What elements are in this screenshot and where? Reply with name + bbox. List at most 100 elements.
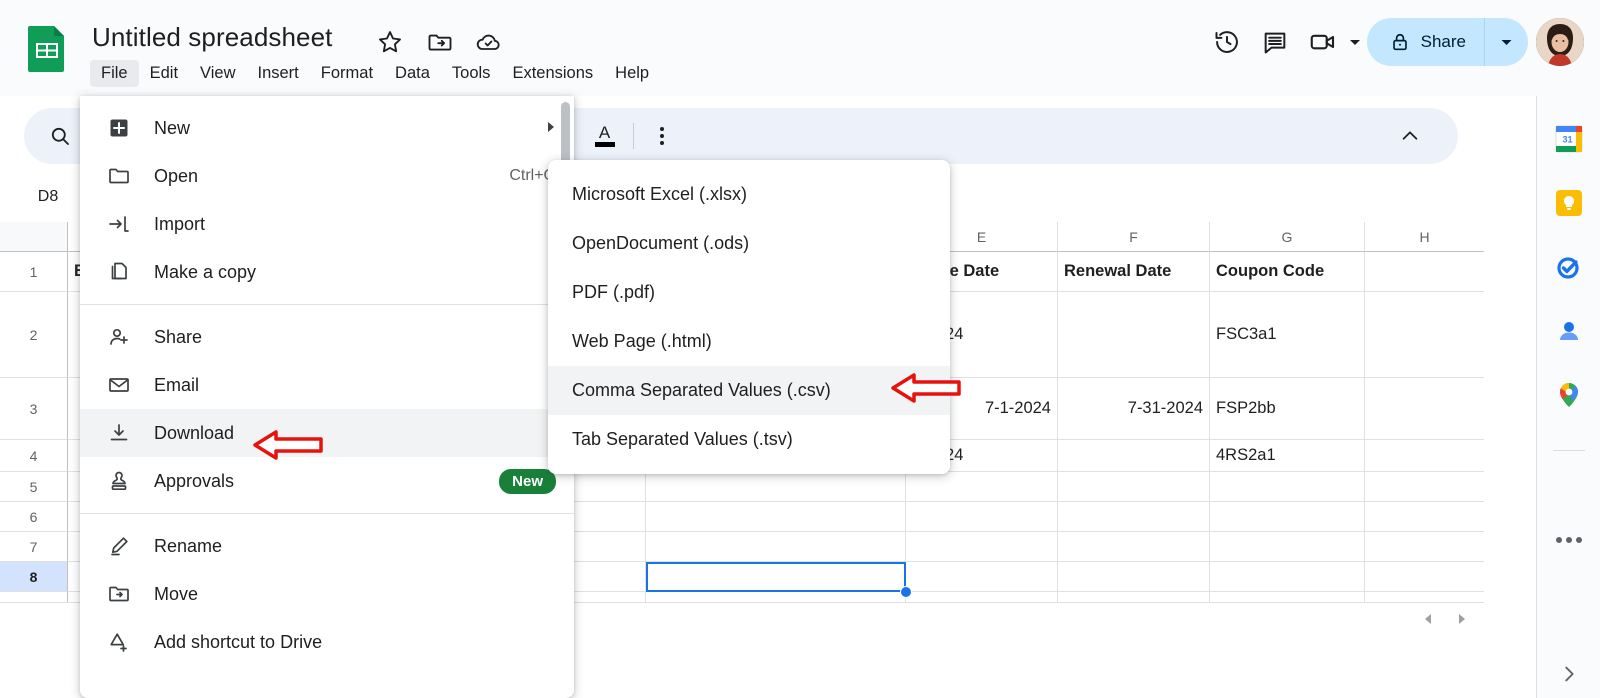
menu-edit[interactable]: Edit [139,60,189,87]
grid-cell[interactable] [1210,502,1365,532]
grid-cell[interactable] [1365,472,1484,502]
file-menu-item-import[interactable]: Import [80,200,574,248]
move-to-folder-icon[interactable] [426,28,454,56]
document-title[interactable]: Untitled spreadsheet [92,22,332,53]
grid-cell[interactable] [1365,440,1484,472]
share-main[interactable]: Share [1367,18,1484,66]
row-header-3[interactable]: 3 [0,378,68,440]
grid-cell[interactable]: FSP2bb [1210,378,1365,440]
download-format-comma-separated-values-csv-[interactable]: Comma Separated Values (.csv) [548,366,950,415]
file-menu-item-open[interactable]: Open Ctrl+O [80,152,574,200]
user-avatar[interactable] [1536,18,1584,66]
grid-cell[interactable] [1365,532,1484,562]
file-menu-item-add-shortcut-to-drive[interactable]: Add shortcut to Drive [80,618,574,666]
version-history-icon[interactable] [1203,18,1251,66]
menu-help[interactable]: Help [604,60,660,87]
column-header-G[interactable]: G [1210,222,1365,252]
google-calendar-icon[interactable]: 31 [1554,124,1584,154]
column-header-F[interactable]: F [1058,222,1210,252]
grid-cell[interactable]: 7-31-2024 [1058,378,1210,440]
row-header-8[interactable]: 8 [0,562,68,592]
download-format-pdf-pdf-[interactable]: PDF (.pdf) [548,268,950,317]
grid-cell[interactable] [1365,252,1484,292]
grid-cell[interactable] [1058,532,1210,562]
menu-file[interactable]: File [90,60,139,87]
grid-cell[interactable] [646,562,906,592]
grid-cell[interactable]: Renewal Date [1058,252,1210,292]
grid-cell[interactable] [1058,502,1210,532]
star-icon[interactable] [376,28,404,56]
grid-cell[interactable] [906,532,1058,562]
select-all-corner[interactable] [0,222,68,252]
grid-cell[interactable] [1365,292,1484,378]
grid-cell[interactable] [1210,562,1365,592]
grid-cell[interactable] [1058,292,1210,378]
menu-view[interactable]: View [189,60,246,87]
grid-cell[interactable] [646,472,906,502]
row-header-4[interactable]: 4 [0,440,68,472]
download-format-opendocument-ods-[interactable]: OpenDocument (.ods) [548,219,950,268]
download-format-web-page-html-[interactable]: Web Page (.html) [548,317,950,366]
download-format-tab-separated-values-tsv-[interactable]: Tab Separated Values (.tsv) [548,415,950,464]
google-tasks-icon[interactable] [1554,252,1584,282]
grid-cell[interactable] [1365,562,1484,592]
google-contacts-icon[interactable] [1554,316,1584,346]
menu-tools[interactable]: Tools [441,60,502,87]
scroll-right-arrow[interactable] [1454,612,1470,626]
file-menu-item-email[interactable]: Email [80,361,574,409]
file-menu-item-move[interactable]: Move [80,570,574,618]
add-shortcut-drive-icon [106,629,132,655]
grid-cell[interactable] [1058,472,1210,502]
more-options-button[interactable] [642,116,682,156]
meet-control[interactable] [1299,18,1361,66]
expand-side-panel-button[interactable] [1558,663,1580,690]
grid-cell[interactable] [1365,378,1484,440]
file-menu-item-new[interactable]: New [80,104,574,152]
row-header-5[interactable]: 5 [0,472,68,502]
meet-chevron-down-icon[interactable] [1349,38,1361,47]
grid-cell[interactable] [1058,562,1210,592]
google-sheets-logo[interactable] [24,24,70,74]
text-color-button[interactable]: A [585,116,625,156]
menu-format[interactable]: Format [310,60,384,87]
menu-data[interactable]: Data [384,60,441,87]
grid-cell[interactable] [906,502,1058,532]
grid-cell[interactable] [646,502,906,532]
row-header-7[interactable]: 7 [0,532,68,562]
grid-cell[interactable]: Coupon Code [1210,252,1365,292]
file-menu-item-approvals[interactable]: Approvals New [80,457,574,505]
grid-cell[interactable] [1210,472,1365,502]
file-menu-item-download[interactable]: Download [80,409,574,457]
fill-handle[interactable] [900,586,912,598]
share-dropdown-caret[interactable] [1484,18,1528,66]
collapse-toolbar-button[interactable] [1390,116,1430,156]
file-menu-item-share[interactable]: Share [80,313,574,361]
grid-cell[interactable] [906,472,1058,502]
grid-cell[interactable]: 4RS2a1 [1210,440,1365,472]
grid-cell[interactable] [646,532,906,562]
column-header-H[interactable]: H [1365,222,1484,252]
menu-extensions[interactable]: Extensions [501,60,604,87]
share-button[interactable]: Share [1366,18,1528,66]
google-meet-icon[interactable] [1299,18,1347,66]
grid-cell[interactable]: FSC3a1 [1210,292,1365,378]
comment-icon[interactable] [1251,18,1299,66]
grid-cell[interactable] [1058,440,1210,472]
more-addons-button[interactable] [1555,537,1582,543]
file-menu-item-make-a-copy[interactable]: Make a copy [80,248,574,296]
file-menu-item-rename[interactable]: Rename [80,522,574,570]
grid-cell[interactable] [1365,502,1484,532]
menu-insert[interactable]: Insert [247,60,310,87]
row-header-6[interactable]: 6 [0,502,68,532]
google-keep-icon[interactable] [1554,188,1584,218]
folder-open-icon [106,163,132,189]
row-header-1[interactable]: 1 [0,252,68,292]
grid-cell[interactable] [1210,532,1365,562]
search-icon[interactable] [40,116,80,156]
google-maps-icon[interactable] [1554,380,1584,410]
grid-cell[interactable] [906,562,1058,592]
download-format-microsoft-excel-xlsx-[interactable]: Microsoft Excel (.xlsx) [548,170,950,219]
scroll-left-arrow[interactable] [1420,612,1436,626]
saved-to-drive-icon[interactable] [474,28,502,56]
row-header-2[interactable]: 2 [0,292,68,378]
